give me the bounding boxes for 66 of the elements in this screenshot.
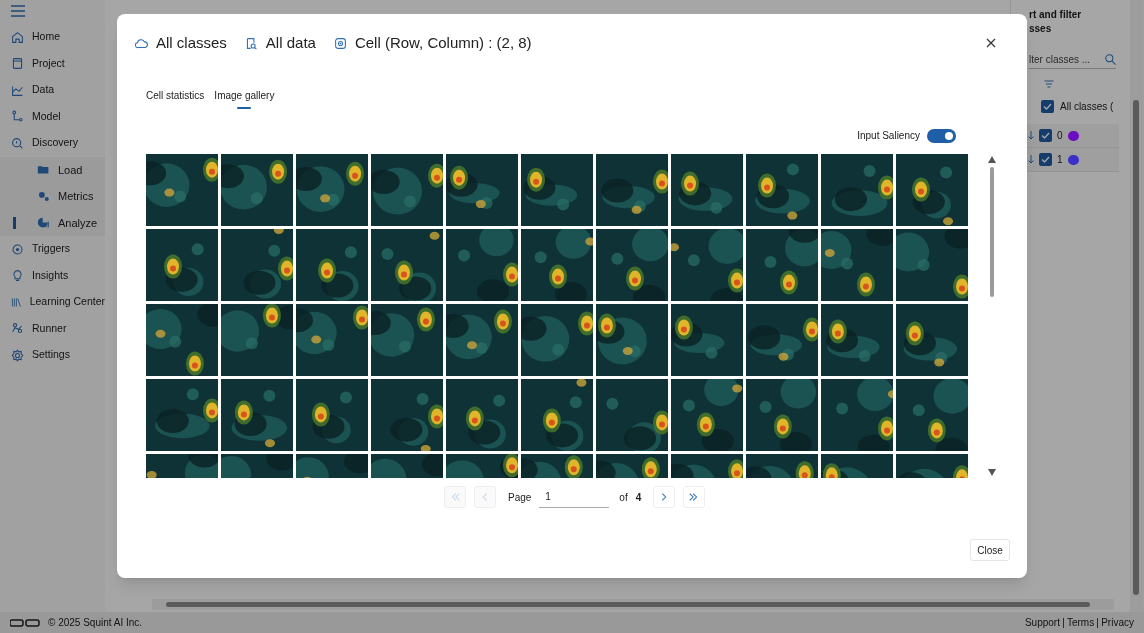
scroll-up-icon[interactable] xyxy=(988,156,996,163)
gallery-scrollbar[interactable] xyxy=(987,154,997,478)
sidebar-item[interactable]: Learning Center xyxy=(0,289,105,316)
sidebar-item[interactable]: Settings xyxy=(0,342,105,369)
pie-chart-icon xyxy=(37,216,50,230)
sidebar-item[interactable]: Discovery xyxy=(0,130,105,157)
menu-item-icon xyxy=(11,57,24,71)
double-chevron-right-icon[interactable] xyxy=(683,486,706,508)
footer-link[interactable]: Support xyxy=(1024,615,1060,630)
copyright-text: © 2025 Squint AI Inc. xyxy=(48,616,143,630)
menu-item-icon xyxy=(11,83,24,97)
menu-icon[interactable] xyxy=(11,5,25,17)
class-label: 1 xyxy=(1057,153,1063,167)
sort-arrow-icon[interactable] xyxy=(1028,131,1034,140)
panel-title: sses xyxy=(1029,22,1053,36)
close-icon[interactable] xyxy=(984,36,998,50)
cloud-icon xyxy=(135,36,148,50)
menu-item-icon xyxy=(11,242,24,256)
class-label: 0 xyxy=(1057,129,1063,143)
toggle-switch[interactable] xyxy=(927,128,956,143)
logo-icon xyxy=(10,618,40,627)
footer-link[interactable]: Terms xyxy=(1066,615,1095,630)
checkbox[interactable] xyxy=(1041,100,1054,113)
tab[interactable]: Image gallery xyxy=(214,88,275,109)
toggle-label: Input Saliency xyxy=(857,129,920,143)
settings-icon xyxy=(11,348,24,362)
breadcrumb-label: All data xyxy=(265,33,316,53)
checkbox[interactable] xyxy=(1039,129,1052,142)
search-icon xyxy=(11,136,24,150)
menu-item-icon xyxy=(11,269,24,283)
menu-item-icon xyxy=(11,110,24,124)
page-total: 4 xyxy=(635,490,642,505)
sidebar-item[interactable]: Insights xyxy=(0,262,105,289)
search-icon xyxy=(1105,54,1116,65)
menu-item-icon xyxy=(11,322,24,336)
tab[interactable]: Cell statistics xyxy=(146,88,205,109)
sidebar-item[interactable]: Model xyxy=(0,103,105,130)
document-search-icon xyxy=(244,36,258,50)
folder-icon xyxy=(37,163,50,177)
menu-item-icon xyxy=(11,295,22,309)
checkbox[interactable] xyxy=(1039,153,1052,166)
footer-link[interactable]: Privacy xyxy=(1101,615,1134,630)
sidebar-item[interactable]: Project xyxy=(0,50,105,77)
close-button[interactable]: Close xyxy=(970,539,1010,561)
sidebar-item[interactable]: Home xyxy=(0,24,105,51)
sidebar-subitem[interactable]: Analyze xyxy=(0,209,105,236)
breadcrumb-label: Cell (Row, Column) : (2, 8) xyxy=(354,33,532,53)
sidebar-item[interactable]: Data xyxy=(0,77,105,104)
target-icon xyxy=(333,36,347,50)
gears-icon xyxy=(37,189,50,203)
breadcrumb-label: All classes xyxy=(156,33,227,53)
sidebar-subitem[interactable]: Metrics xyxy=(0,183,105,210)
horizontal-scrollbar[interactable] xyxy=(152,599,1114,610)
panel-title: rt and filter xyxy=(1029,8,1083,22)
page-label: Page xyxy=(508,490,532,505)
chevron-right-icon[interactable] xyxy=(653,486,676,508)
sort-arrow-icon[interactable] xyxy=(1028,155,1034,164)
all-classes-label: All classes ( xyxy=(1060,100,1114,114)
sidebar-item[interactable]: Runner xyxy=(0,315,105,342)
sidebar-item[interactable]: Triggers xyxy=(0,236,105,263)
selection-indicator xyxy=(13,216,16,229)
sidebar-subitem[interactable]: Load xyxy=(0,156,105,183)
of-label: of xyxy=(619,490,628,505)
scroll-down-icon[interactable] xyxy=(988,469,996,476)
menu-item-icon xyxy=(11,30,24,44)
filter-icon xyxy=(1043,78,1055,90)
